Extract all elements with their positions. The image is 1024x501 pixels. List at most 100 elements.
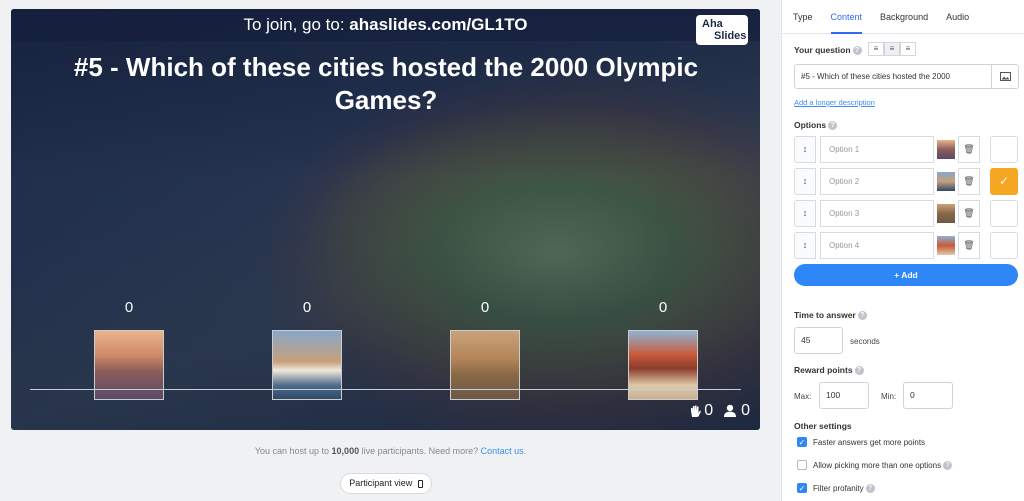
option-input[interactable]: Option 4 (820, 232, 934, 259)
option-row: ↕ Option 1 🗑 (794, 136, 1019, 163)
raised-hand-icon (691, 405, 702, 417)
option-input[interactable]: Option 2 (820, 168, 934, 195)
participant-view-button[interactable]: Participant view (340, 473, 432, 494)
host-note-number: 10,000 (331, 446, 360, 456)
drag-handle-icon[interactable]: ↕ (794, 232, 816, 259)
option-image-thumbnail[interactable] (937, 140, 955, 159)
faster-answers-label: Faster answers get more points (813, 438, 925, 447)
options-heading: Options? (794, 120, 838, 131)
filter-profanity-checkbox[interactable]: ✓ (797, 483, 807, 493)
join-url: ahaslides.com/GL1TO (349, 15, 528, 34)
slide-preview-area: To join, go to: ahaslides.com/GL1TO Aha … (0, 0, 781, 501)
contact-us-link[interactable]: Contact us (481, 446, 524, 456)
correct-answer-toggle[interactable]: ✓ (990, 168, 1018, 195)
help-icon[interactable]: ? (857, 311, 867, 321)
option-input[interactable]: Option 1 (820, 136, 934, 163)
align-center-icon[interactable]: ≡ (884, 42, 900, 56)
option-image-thumbnail[interactable] (937, 204, 955, 223)
options-label: Options (794, 120, 827, 130)
multiple-options-checkbox[interactable] (797, 460, 807, 470)
answer-bar: 0 (627, 299, 699, 400)
ahaslides-logo: Aha Slides (696, 15, 748, 45)
option-row: ↕ Option 4 🗑 (794, 232, 1019, 259)
live-stats: 0 0 (688, 402, 750, 420)
drag-handle-icon[interactable]: ↕ (794, 136, 816, 163)
host-note-end: . (523, 446, 527, 456)
tab-type[interactable]: Type (793, 0, 813, 33)
reactions-stat: 0 (688, 402, 713, 420)
slide-canvas: To join, go to: ahaslides.com/GL1TO Aha … (11, 9, 760, 430)
question-image-button[interactable] (992, 64, 1019, 89)
join-prefix: To join, go to: (243, 15, 350, 34)
filter-profanity-label: Filter profanity? (813, 484, 875, 494)
multiple-options-text: Allow picking more than one options (813, 461, 942, 470)
time-to-answer-label: Time to answer (794, 310, 856, 320)
correct-answer-toggle[interactable] (990, 136, 1018, 163)
answer-results: 0 0 0 0 (11, 299, 760, 400)
option-row: ↕ Option 3 🗑 (794, 200, 1019, 227)
answer-bar: 0 (449, 299, 521, 400)
tab-content[interactable]: Content (830, 0, 862, 34)
option-image-thumbnail[interactable] (937, 172, 955, 191)
chart-baseline (30, 389, 741, 390)
checkmark-icon: ✓ (998, 174, 1010, 188)
participants-count: 0 (741, 402, 750, 419)
help-icon[interactable]: ? (854, 366, 864, 376)
tab-background[interactable]: Background (880, 0, 928, 33)
align-left-icon[interactable]: ≡ (868, 42, 884, 56)
time-to-answer-heading: Time to answer? (794, 310, 867, 321)
trash-icon[interactable]: 🗑 (958, 232, 980, 259)
trash-icon[interactable]: 🗑 (958, 168, 980, 195)
question-input[interactable]: #5 - Which of these cities hosted the 20… (794, 64, 992, 89)
help-icon[interactable]: ? (943, 461, 953, 471)
drag-handle-icon[interactable]: ↕ (794, 200, 816, 227)
editor-panel: Type Content Background Audio Your quest… (781, 0, 1024, 501)
editor-tabs: Type Content Background Audio (782, 0, 1024, 34)
user-icon (724, 404, 737, 417)
max-points-label: Max: (794, 392, 812, 401)
option-row: ↕ Option 2 🗑 ✓ (794, 168, 1019, 195)
option-image-thumbnail[interactable] (937, 236, 955, 255)
host-note-prefix: You can host up to (254, 446, 332, 456)
participant-view-label: Participant view (349, 478, 413, 488)
correct-answer-toggle[interactable] (990, 200, 1018, 227)
participants-stat: 0 (723, 402, 750, 420)
logo-line-2: Slides (714, 30, 747, 42)
answer-bar: 0 (93, 299, 165, 400)
faster-answers-text: Faster answers get more points (813, 438, 926, 447)
help-icon[interactable]: ? (865, 484, 875, 494)
reward-points-heading: Reward points? (794, 365, 864, 376)
add-option-button[interactable]: + Add (794, 264, 1018, 286)
other-settings-heading: Other settings (794, 421, 852, 431)
filter-profanity-text: Filter profanity (813, 484, 864, 493)
help-icon[interactable]: ? (828, 121, 838, 131)
image-icon (999, 71, 1011, 81)
min-points-label: Min: (881, 392, 897, 401)
help-icon[interactable]: ? (852, 46, 862, 56)
text-align-group: ≡ ≡ ≡ (868, 42, 916, 56)
min-points-input[interactable]: 0 (903, 382, 953, 409)
reactions-count: 0 (704, 402, 714, 419)
multiple-options-label: Allow picking more than one options? (813, 461, 953, 471)
time-unit-label: seconds (850, 337, 880, 346)
max-points-input[interactable]: 100 (819, 382, 869, 409)
answer-count: 0 (124, 299, 134, 316)
drag-handle-icon[interactable]: ↕ (794, 168, 816, 195)
faster-answers-checkbox[interactable]: ✓ (797, 437, 807, 447)
answer-count: 0 (302, 299, 312, 316)
correct-answer-toggle[interactable] (990, 232, 1018, 259)
add-longer-description-link[interactable]: Add a longer description (794, 98, 875, 107)
align-right-icon[interactable]: ≡ (900, 42, 916, 56)
time-to-answer-input[interactable]: 45 (794, 327, 843, 354)
logo-line-1: Aha (702, 18, 723, 30)
slide-question-title: #5 - Which of these cities hosted the 20… (73, 52, 699, 115)
trash-icon[interactable]: 🗑 (958, 136, 980, 163)
answer-count: 0 (658, 299, 668, 316)
tab-audio[interactable]: Audio (946, 0, 969, 33)
reward-points-label: Reward points (794, 365, 853, 375)
join-banner: To join, go to: ahaslides.com/GL1TO (11, 9, 760, 41)
your-question-heading: Your question? (794, 45, 862, 56)
phone-icon (417, 479, 423, 488)
trash-icon[interactable]: 🗑 (958, 200, 980, 227)
option-input[interactable]: Option 3 (820, 200, 934, 227)
